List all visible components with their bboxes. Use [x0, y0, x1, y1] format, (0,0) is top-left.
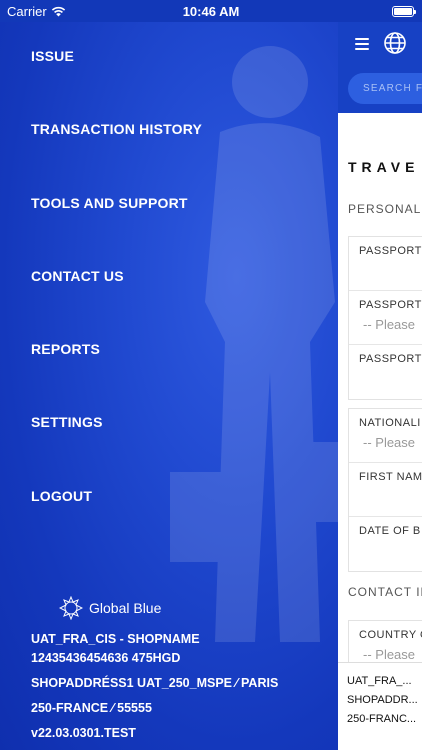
menu-item-issue[interactable]: ISSUE: [31, 48, 202, 121]
globe-icon[interactable]: [383, 31, 407, 55]
status-bar: Carrier 10:46 AM: [0, 0, 422, 22]
shop-address: SHOPADDRÉSS1 UAT_250_MSPE ⁄ PARIS: [31, 676, 279, 690]
page-title: TRAVE: [348, 159, 420, 175]
battery-icon: [392, 6, 416, 17]
menu-item-logout[interactable]: LOGOUT: [31, 488, 202, 561]
passport-card: PASSPORT PASSPORT -- Please PASSPORT: [348, 236, 422, 400]
section-contact-info: CONTACT IN: [348, 585, 422, 599]
passport-expiry-field[interactable]: PASSPORT: [349, 345, 422, 399]
menu-item-contact-us[interactable]: CONTACT US: [31, 268, 202, 341]
menu-item-tools-and-support[interactable]: TOOLS AND SUPPORT: [31, 195, 202, 268]
brand-logo: Global Blue: [59, 596, 278, 620]
menu-item-transaction-history[interactable]: TRANSACTION HISTORY: [31, 121, 202, 194]
app-version: v22.03.0301.TEST: [31, 726, 136, 740]
clock: 10:46 AM: [182, 4, 240, 19]
drawer-footer: Global Blue UAT_FRA_CIS - SHOPNAME 12435…: [31, 596, 278, 750]
brand-name: Global Blue: [89, 600, 162, 616]
main-content: SEARCH FO TRAVE PERSONAL I PASSPORT PASS…: [338, 22, 422, 750]
shop-info-line: SHOPADDR...: [347, 694, 418, 706]
search-input[interactable]: SEARCH FO: [348, 73, 422, 104]
first-name-field[interactable]: FIRST NAM: [349, 463, 422, 517]
menu-item-settings[interactable]: SETTINGS: [31, 414, 202, 487]
drawer-menu: ISSUE TRANSACTION HISTORY TOOLS AND SUPP…: [31, 48, 202, 561]
shop-country: 250-FRANCE ⁄ 55555: [31, 701, 152, 715]
identity-card: NATIONALI -- Please FIRST NAM DATE OF B: [348, 408, 422, 572]
hamburger-menu-icon[interactable]: [355, 38, 369, 50]
shop-name: UAT_FRA_CIS - SHOPNAME: [31, 632, 200, 646]
date-of-birth-field[interactable]: DATE OF B: [349, 517, 422, 571]
shop-id: 12435436454636 475HGD: [31, 651, 181, 665]
top-bar: SEARCH FO: [338, 22, 422, 113]
shop-info-line: 250-FRANC...: [347, 713, 417, 725]
passport-country-select[interactable]: PASSPORT -- Please: [349, 291, 422, 345]
shop-info-bar: UAT_FRA_... SHOPADDR... 250-FRANC...: [338, 662, 422, 750]
nationality-select[interactable]: NATIONALI -- Please: [349, 409, 422, 463]
shop-info-line: UAT_FRA_...: [347, 675, 412, 687]
section-personal-info: PERSONAL I: [348, 202, 422, 216]
global-blue-logo-icon: [59, 596, 83, 620]
menu-item-reports[interactable]: REPORTS: [31, 341, 202, 414]
passport-field[interactable]: PASSPORT: [349, 237, 422, 291]
side-drawer: ISSUE TRANSACTION HISTORY TOOLS AND SUPP…: [0, 22, 338, 750]
